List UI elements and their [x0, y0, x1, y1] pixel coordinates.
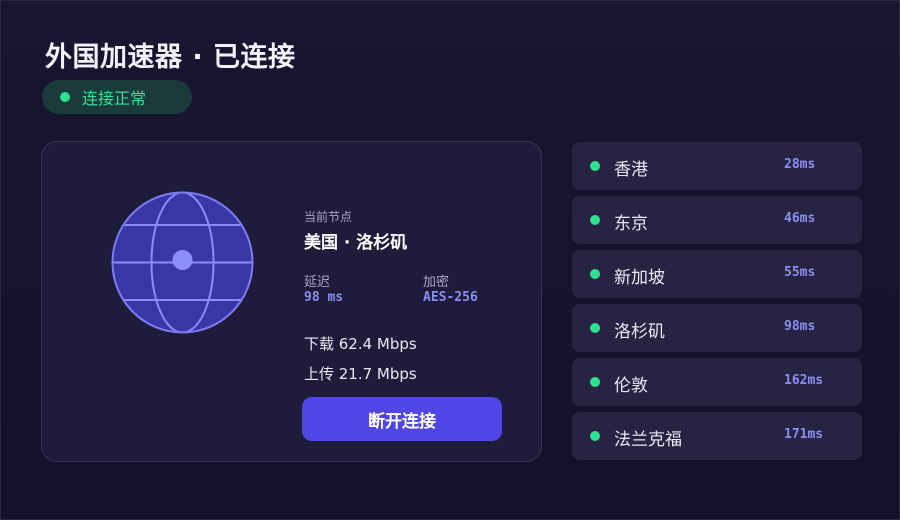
server-ping: 98ms: [784, 319, 816, 334]
server-ping: 55ms: [784, 265, 816, 280]
encryption-label: 加密: [423, 275, 450, 290]
server-name: 新加坡: [614, 268, 665, 288]
server-ping: 171ms: [784, 427, 824, 442]
globe-icon: [111, 191, 254, 334]
server-status-dot-icon: [590, 377, 600, 387]
server-ping: 162ms: [784, 373, 824, 388]
latency-value: 98 ms: [304, 290, 344, 305]
app-window: 外国加速器 · 已连接 连接正常 当前节点 美国 · 洛杉矶 延迟 98 ms …: [0, 0, 900, 520]
server-item[interactable]: 伦敦 162ms: [572, 358, 862, 406]
connection-status-badge: 连接正常: [42, 80, 192, 114]
server-status-dot-icon: [590, 431, 600, 441]
disconnect-button[interactable]: 断开连接: [302, 397, 502, 441]
status-dot-icon: [60, 92, 70, 102]
connection-card: 当前节点 美国 · 洛杉矶 延迟 98 ms 加密 AES-256 下载 62.…: [41, 141, 542, 462]
current-node-caption: 当前节点: [304, 210, 353, 224]
page-title: 外国加速器 · 已连接: [45, 42, 296, 73]
server-item[interactable]: 东京 46ms: [572, 196, 862, 244]
latency-label: 延迟: [304, 275, 331, 290]
server-list: 香港 28ms 东京 46ms 新加坡 55ms 洛杉矶 98ms 伦敦 162…: [572, 142, 862, 466]
server-name: 洛杉矶: [614, 322, 665, 342]
server-status-dot-icon: [590, 323, 600, 333]
encryption-value: AES-256: [423, 290, 478, 305]
current-node-name: 美国 · 洛杉矶: [304, 233, 408, 253]
status-text: 连接正常: [82, 89, 147, 108]
download-speed: 下载 62.4 Mbps: [304, 335, 417, 353]
server-status-dot-icon: [590, 269, 600, 279]
server-item[interactable]: 法兰克福 171ms: [572, 412, 862, 460]
server-status-dot-icon: [590, 161, 600, 171]
server-name: 东京: [614, 214, 648, 234]
server-status-dot-icon: [590, 215, 600, 225]
server-item[interactable]: 新加坡 55ms: [572, 250, 862, 298]
server-item[interactable]: 洛杉矶 98ms: [572, 304, 862, 352]
server-name: 香港: [614, 160, 648, 180]
server-name: 法兰克福: [614, 430, 682, 450]
upload-speed: 上传 21.7 Mbps: [304, 365, 417, 383]
server-ping: 28ms: [784, 157, 816, 172]
server-item[interactable]: 香港 28ms: [572, 142, 862, 190]
server-ping: 46ms: [784, 211, 816, 226]
server-name: 伦敦: [614, 376, 648, 396]
